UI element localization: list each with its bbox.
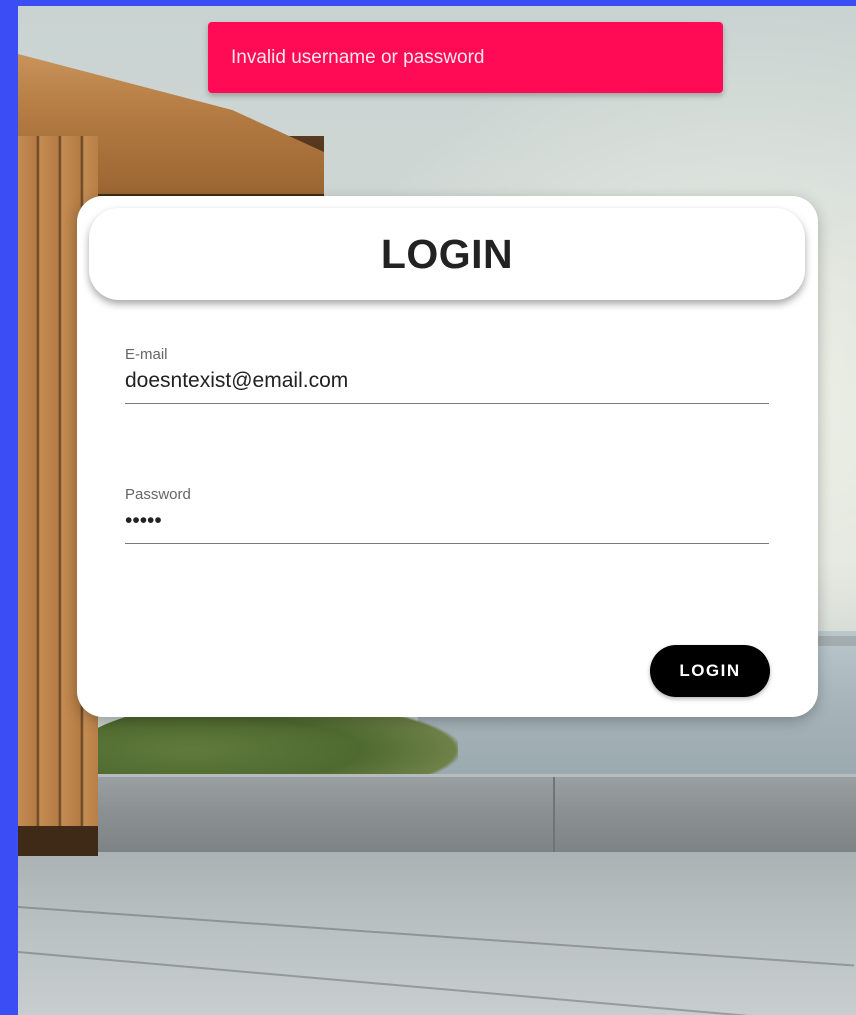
login-card-header: LOGIN: [89, 208, 805, 300]
error-toast: Invalid username or password: [208, 22, 723, 93]
login-card: LOGIN E-mail Password LOGIN: [77, 196, 818, 717]
page-title: LOGIN: [380, 230, 514, 277]
email-field-group: E-mail: [125, 346, 769, 404]
email-label: E-mail: [125, 346, 168, 363]
wall-joint: [553, 777, 555, 854]
wall-shadow: [18, 826, 98, 856]
error-toast-message: Invalid username or password: [231, 46, 485, 68]
password-label: Password: [125, 486, 191, 503]
email-field[interactable]: [125, 363, 769, 404]
concrete-wall: [98, 774, 856, 857]
password-field[interactable]: [125, 503, 769, 544]
login-button[interactable]: LOGIN: [650, 645, 770, 697]
password-field-group: Password: [125, 486, 769, 544]
terrace-floor: [18, 852, 856, 1015]
